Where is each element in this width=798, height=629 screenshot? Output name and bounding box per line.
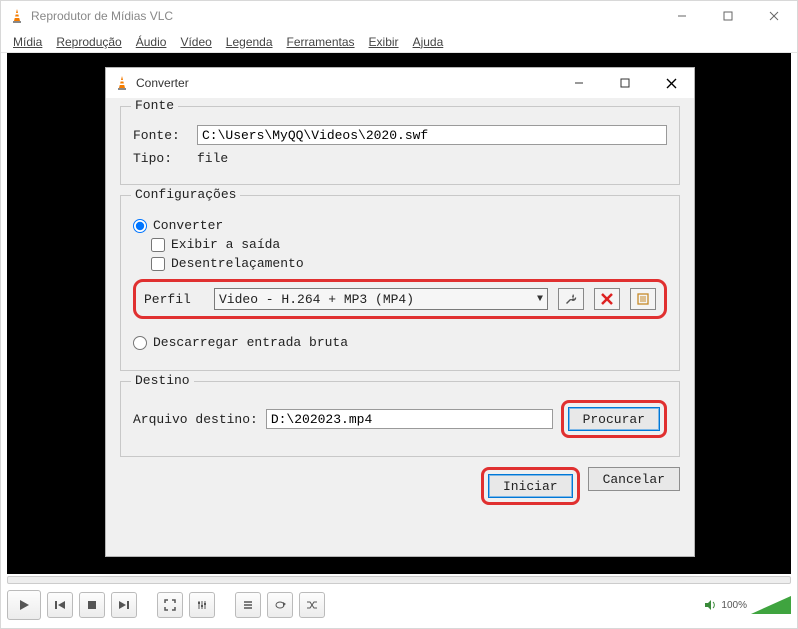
deinterlace-checkbox[interactable] [151,257,165,271]
speaker-icon [703,598,717,612]
type-label: Tipo: [133,151,189,166]
cancel-button[interactable]: Cancelar [588,467,680,491]
cancel-button-label: Cancelar [603,472,665,487]
dialog-titlebar: Converter [106,68,694,98]
next-button[interactable] [111,592,137,618]
converter-dialog: Converter Fonte Fonte: Tipo: file Config… [105,67,695,557]
loop-button[interactable] [267,592,293,618]
dialog-close-button[interactable] [648,68,694,98]
dialog-minimize-button[interactable] [556,68,602,98]
profile-combobox[interactable]: Video - H.264 + MP3 (MP4) ▼ [214,288,548,310]
stop-button[interactable] [79,592,105,618]
dump-raw-label: Descarregar entrada bruta [153,335,348,350]
delete-x-icon [601,293,613,305]
new-profile-icon [636,292,650,306]
main-menubar: Mídia Reprodução Áudio Vídeo Legenda Fer… [1,31,797,53]
source-groupbox: Fonte Fonte: Tipo: file [120,106,680,185]
main-window-title: Reprodutor de Mídias VLC [31,9,659,23]
menu-video[interactable]: Vídeo [180,35,211,49]
source-group-title: Fonte [131,98,178,113]
browse-button-label: Procurar [583,412,645,427]
bottom-controls: 100% [1,574,797,628]
convert-radio-label: Converter [153,218,223,233]
destination-group-title: Destino [131,373,194,388]
settings-groupbox: Configurações Converter Exibir a saída D… [120,195,680,371]
volume-control[interactable]: 100% [703,596,791,614]
delete-profile-button[interactable] [594,288,620,310]
play-button[interactable] [7,590,41,620]
settings-group-title: Configurações [131,187,240,202]
prev-button[interactable] [47,592,73,618]
vlc-cone-icon [114,75,130,91]
profile-selected-value: Video - H.264 + MP3 (MP4) [219,292,414,307]
start-highlight: Iniciar [481,467,580,505]
type-value: file [197,151,228,166]
convert-radio[interactable] [133,219,147,233]
menu-reproducao[interactable]: Reprodução [56,35,121,49]
volume-percent: 100% [721,600,747,611]
source-label: Fonte: [133,128,189,143]
seek-slider[interactable] [7,576,791,584]
dump-raw-radio[interactable] [133,336,147,350]
browse-button[interactable]: Procurar [568,407,660,431]
main-titlebar: Reprodutor de Mídias VLC [1,1,797,31]
wrench-icon [564,292,578,306]
browse-highlight: Procurar [561,400,667,438]
shuffle-button[interactable] [299,592,325,618]
deinterlace-label: Desentrelaçamento [171,256,304,271]
edit-profile-button[interactable] [558,288,584,310]
profile-label: Perfil [144,292,204,307]
start-button[interactable]: Iniciar [488,474,573,498]
vlc-cone-icon [9,8,25,24]
main-close-button[interactable] [751,1,797,31]
destination-label: Arquivo destino: [133,412,258,427]
main-maximize-button[interactable] [705,1,751,31]
menu-legenda[interactable]: Legenda [226,35,273,49]
fullscreen-button[interactable] [157,592,183,618]
menu-ajuda[interactable]: Ajuda [413,35,444,49]
menu-exibir[interactable]: Exibir [369,35,399,49]
profile-highlight: Perfil Video - H.264 + MP3 (MP4) ▼ [133,279,667,319]
show-output-checkbox[interactable] [151,238,165,252]
chevron-down-icon: ▼ [537,294,543,305]
menu-ferramentas[interactable]: Ferramentas [287,35,355,49]
source-input[interactable] [197,125,667,145]
dialog-maximize-button[interactable] [602,68,648,98]
menu-midia[interactable]: Mídia [13,35,42,49]
destination-input[interactable] [266,409,553,429]
dialog-title: Converter [136,76,556,90]
menu-audio[interactable]: Áudio [136,35,167,49]
show-output-label: Exibir a saída [171,237,280,252]
volume-slider[interactable] [751,596,791,614]
destination-groupbox: Destino Arquivo destino: Procurar [120,381,680,457]
main-minimize-button[interactable] [659,1,705,31]
extended-settings-button[interactable] [189,592,215,618]
start-button-label: Iniciar [503,479,558,494]
new-profile-button[interactable] [630,288,656,310]
playlist-button[interactable] [235,592,261,618]
